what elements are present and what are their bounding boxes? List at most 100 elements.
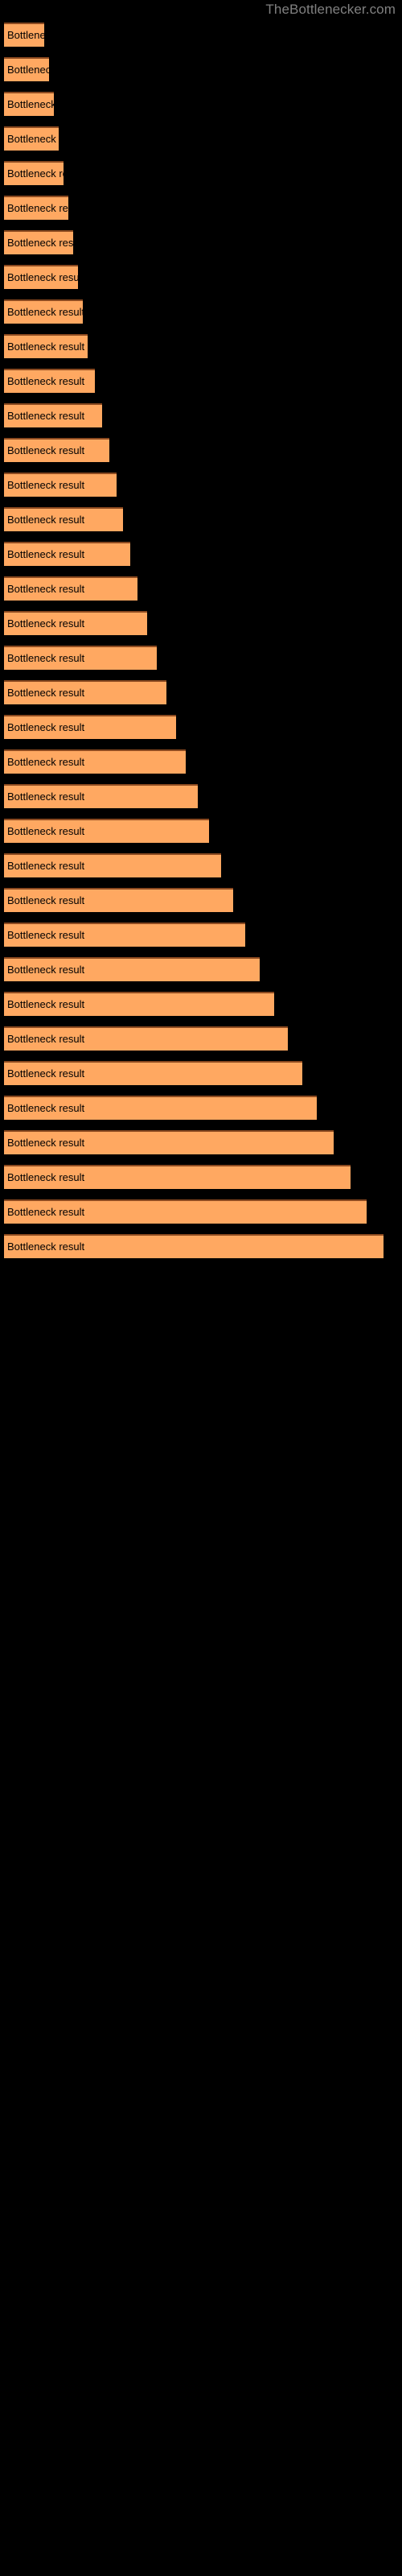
bar[interactable]: Bottleneck result [4,161,64,185]
bar-label: Bottleneck result [7,1171,85,1183]
bar-label: Bottleneck result [7,444,85,456]
bar-row: Bottleneck result [0,923,402,947]
bar[interactable]: Bottleneck result [4,819,209,843]
bar-row: Bottleneck result [0,1199,402,1224]
bar-label: Bottleneck result [7,825,85,837]
bar-row: Bottleneck result [0,403,402,427]
bar-label: Bottleneck result [7,410,85,422]
bar-label: Bottleneck result [7,479,85,491]
bar[interactable]: Bottleneck result [4,1096,317,1120]
bar-label: Bottleneck result [7,237,73,249]
bar-label: Bottleneck result [7,133,59,145]
bar[interactable]: Bottleneck result [4,888,233,912]
bar-label: Bottleneck result [7,306,83,318]
bar-row: Bottleneck result [0,784,402,808]
bar-row: Bottleneck result [0,57,402,81]
bar[interactable]: Bottleneck result [4,1165,351,1189]
bar-row: Bottleneck result [0,126,402,151]
bar-row: Bottleneck result [0,92,402,116]
bar-label: Bottleneck result [7,998,85,1010]
bar[interactable]: Bottleneck result [4,299,83,324]
bar-label: Bottleneck result [7,860,85,872]
bar-label: Bottleneck result [7,1102,85,1114]
bar-row: Bottleneck result [0,1130,402,1154]
bar-label: Bottleneck result [7,202,68,214]
bars-container: Bottleneck result Bottleneck result Bottle… [0,0,402,2576]
bar-label: Bottleneck result [7,98,54,110]
bar-label: Bottleneck result [7,964,85,976]
bar-row: Bottleneck result [0,230,402,254]
bar[interactable]: Bottleneck result [4,1061,302,1085]
bar[interactable]: Bottleneck result [4,438,109,462]
bar[interactable]: Bottleneck result [4,923,245,947]
bar-row: Bottleneck result [0,853,402,877]
bar[interactable]: Bottleneck result [4,473,117,497]
bar-label: Bottleneck result [7,1033,85,1045]
bar[interactable]: Bottleneck result [4,576,137,601]
bar-label: Bottleneck result [7,29,44,41]
bar-label: Bottleneck result [7,341,85,353]
bar[interactable]: Bottleneck result [4,1130,334,1154]
bar[interactable]: Bottleneck result [4,196,68,220]
bar-row: Bottleneck result [0,1096,402,1120]
bar-label: Bottleneck result [7,1206,85,1218]
bar[interactable]: Bottleneck result [4,92,54,116]
bar[interactable]: Bottleneck result [4,23,44,47]
bar[interactable]: Bottleneck result [4,1026,288,1051]
bar-row: Bottleneck result [0,611,402,635]
bar[interactable]: Bottleneck result [4,542,130,566]
bar-label: Bottleneck result [7,894,85,906]
bar-row: Bottleneck result [0,888,402,912]
bar-row: Bottleneck result [0,1061,402,1085]
bar-label: Bottleneck result [7,514,85,526]
bar-label: Bottleneck result [7,652,85,664]
bar[interactable]: Bottleneck result [4,1199,367,1224]
bar-row: Bottleneck result [0,299,402,324]
bar-label: Bottleneck result [7,548,85,560]
bar[interactable]: Bottleneck result [4,749,186,774]
bar-row: Bottleneck result [0,334,402,358]
bar-row: Bottleneck result [0,576,402,601]
bar-label: Bottleneck result [7,167,64,180]
bar[interactable]: Bottleneck result [4,334,88,358]
bar[interactable]: Bottleneck result [4,1234,384,1258]
bar-row: Bottleneck result [0,507,402,531]
bar[interactable]: Bottleneck result [4,853,221,877]
bar-row: Bottleneck result [0,819,402,843]
bar-row: Bottleneck result [0,196,402,220]
bar[interactable]: Bottleneck result [4,680,166,704]
bar-row: Bottleneck result [0,265,402,289]
bar[interactable]: Bottleneck result [4,403,102,427]
bar[interactable]: Bottleneck result [4,646,157,670]
bar-label: Bottleneck result [7,756,85,768]
bar[interactable]: Bottleneck result [4,784,198,808]
bar[interactable]: Bottleneck result [4,507,123,531]
bar[interactable]: Bottleneck result [4,265,78,289]
bar-row: Bottleneck result [0,23,402,47]
bar[interactable]: Bottleneck result [4,957,260,981]
bar-row: Bottleneck result [0,161,402,185]
bar-row: Bottleneck result [0,715,402,739]
bar-label: Bottleneck result [7,1067,85,1080]
bar-row: Bottleneck result [0,1026,402,1051]
bar-row: Bottleneck result [0,680,402,704]
bar[interactable]: Bottleneck result [4,715,176,739]
bar[interactable]: Bottleneck result [4,369,95,393]
bar-row: Bottleneck result [0,957,402,981]
bar-label: Bottleneck result [7,687,85,699]
bar-row: Bottleneck result [0,542,402,566]
bar-label: Bottleneck result [7,64,49,76]
bar[interactable]: Bottleneck result [4,992,274,1016]
bar-label: Bottleneck result [7,375,85,387]
bar-row: Bottleneck result [0,749,402,774]
bar-row: Bottleneck result [0,646,402,670]
bar-label: Bottleneck result [7,791,85,803]
bar-label: Bottleneck result [7,929,85,941]
bar[interactable]: Bottleneck result [4,126,59,151]
bar-label: Bottleneck result [7,617,85,630]
bar[interactable]: Bottleneck result [4,611,147,635]
bar[interactable]: Bottleneck result [4,57,49,81]
bar-row: Bottleneck result [0,1165,402,1189]
bar[interactable]: Bottleneck result [4,230,73,254]
bar-row: Bottleneck result [0,1234,402,1258]
